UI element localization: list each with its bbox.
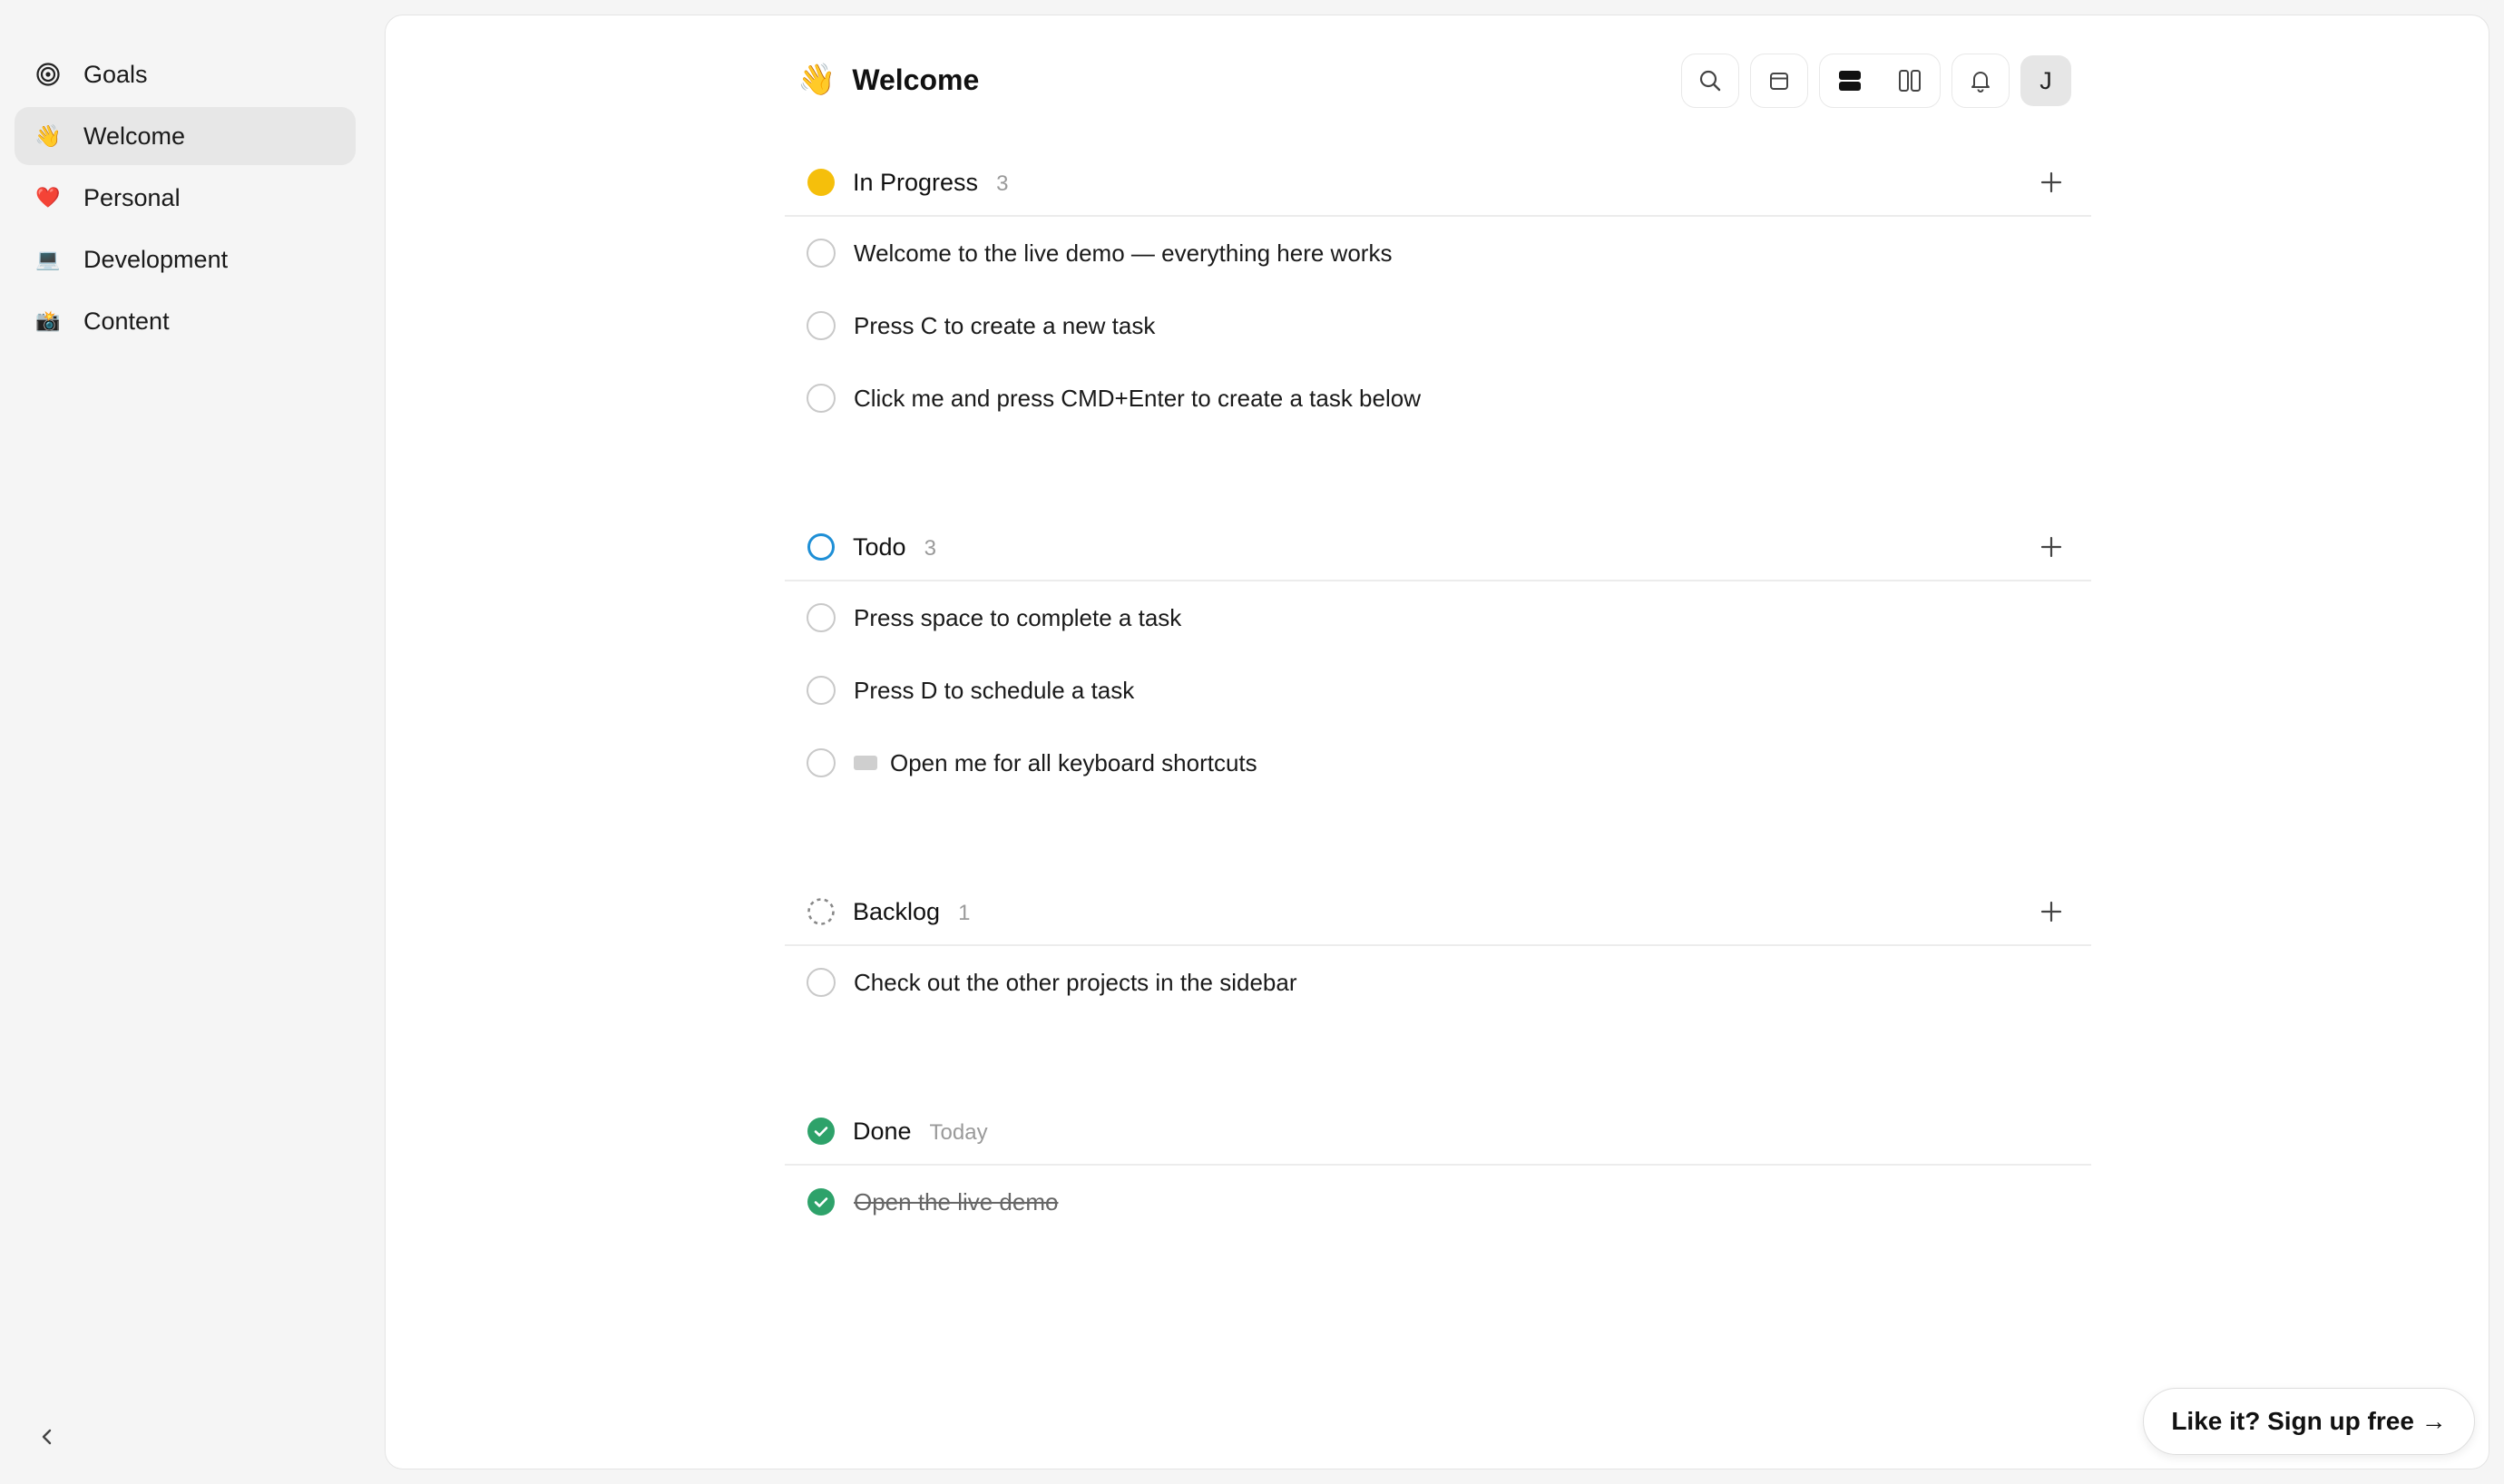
plus-icon [2040,901,2062,923]
task-checkbox[interactable] [807,603,836,632]
section-header[interactable]: Todo 3 [785,514,2091,581]
avatar[interactable]: J [2020,55,2071,106]
section-title: Backlog 1 [853,897,971,925]
waving-hand-icon: 👋 [797,63,836,97]
section-title: Done Today [853,1117,988,1145]
calendar-icon [1770,73,1788,90]
app-window: Goals 👋 Welcome ❤️ Personal 💻 Developmen… [0,0,2504,1484]
sidebar-item-personal[interactable]: ❤️ Personal [15,169,356,227]
task-checkbox[interactable] [807,384,836,413]
plus-icon [2040,171,2062,193]
signup-cta-button[interactable]: Like it? Sign up free → [2143,1388,2475,1455]
section-header[interactable]: Backlog 1 [785,879,2091,946]
laptop-icon: 💻 [35,248,61,270]
camera-icon: 📸 [35,309,61,332]
chevron-left-icon [42,1429,52,1445]
board-view-button[interactable] [1880,54,1940,107]
task-row[interactable]: Press D to schedule a task [785,654,2091,727]
sidebar-item-label: Goals [83,60,148,88]
task-row[interactable]: Check out the other projects in the side… [785,946,2091,1019]
task-title: Press space to complete a task [854,603,1182,631]
section-in-progress: In Progress 3 Welcome to the live demo — … [785,150,2091,434]
sidebar-item-label: Development [83,245,229,273]
calendar-button[interactable] [1750,54,1808,108]
task-title: Open the live demo [854,1187,1059,1216]
task-row[interactable]: Open the live demo [785,1166,2091,1238]
main-panel: 👋 Welcome J In Progress 3 Welcome to the… [385,15,2489,1469]
board-view-icon [1899,70,1921,92]
page-title: 👋 Welcome [797,62,979,98]
heart-icon: ❤️ [35,186,61,209]
list-view-button[interactable] [1820,54,1880,107]
backlog-status-icon [807,898,835,925]
add-task-button[interactable] [2037,168,2066,197]
task-row[interactable]: Click me and press CMD+Enter to create a… [785,362,2091,434]
target-icon [34,61,62,88]
list-view-icon [1839,71,1861,91]
section-title: In Progress 3 [853,168,1009,196]
task-title: Open me for all keyboard shortcuts [890,748,1257,776]
sidebar-item-label: Personal [83,183,181,211]
section-count: 3 [924,535,936,561]
add-task-button[interactable] [2037,897,2066,926]
task-checkbox[interactable] [807,748,836,777]
done-status-icon [807,1118,835,1145]
search-icon [1699,70,1721,92]
sidebar-item-content[interactable]: 📸 Content [15,292,356,350]
task-title: Press D to schedule a task [854,676,1135,704]
waving-hand-icon: 👋 [34,123,62,149]
task-title: Check out the other projects in the side… [854,968,1297,996]
sidebar-item-welcome[interactable]: 👋 Welcome [15,107,356,165]
section-todo: Todo 3 Press space to complete a task Pre… [785,514,2091,799]
task-title: Click me and press CMD+Enter to create a… [854,384,1421,412]
plus-icon [2040,536,2062,558]
bell-icon [1971,72,1990,93]
sidebar-item-label: Content [83,307,170,335]
in-progress-status-icon [807,169,835,196]
task-row[interactable]: Press space to complete a task [785,581,2091,654]
task-row[interactable]: Welcome to the live demo — everything he… [785,217,2091,289]
collapse-sidebar-button[interactable] [31,1421,64,1453]
section-date: Today [929,1119,988,1145]
task-title-wrap: Open me for all keyboard shortcuts [854,749,1257,777]
sidebar-list: Goals 👋 Welcome ❤️ Personal 💻 Developmen… [15,45,356,354]
sidebar-item-label: Welcome [83,122,186,150]
search-button[interactable] [1681,54,1739,108]
task-checkbox[interactable] [807,311,836,340]
todo-status-icon [807,533,835,561]
task-title: Press C to create a new task [854,311,1156,339]
task-title: Welcome to the live demo — everything he… [854,239,1393,267]
add-task-button[interactable] [2037,532,2066,561]
section-done: Done Today Open the live demo [785,1098,2091,1238]
task-row[interactable]: Open me for all keyboard shortcuts [785,727,2091,799]
task-row[interactable]: Press C to create a new task [785,289,2091,362]
page-title-text: Welcome [852,63,980,96]
sidebar-item-development[interactable]: 💻 Development [15,230,356,288]
section-title: Todo 3 [853,532,936,561]
sidebar: Goals 👋 Welcome ❤️ Personal 💻 Developmen… [0,0,381,1484]
notifications-button[interactable] [1951,54,2010,108]
completed-checkbox-icon[interactable] [807,1187,836,1216]
section-count: 3 [996,171,1009,196]
section-header[interactable]: In Progress 3 [785,150,2091,217]
task-checkbox[interactable] [807,676,836,705]
section-count: 1 [958,900,971,925]
toolbar: J [1681,54,2071,108]
sidebar-item-goals[interactable]: Goals [15,45,356,103]
task-checkbox[interactable] [807,968,836,997]
view-toggle [1819,54,1941,108]
section-backlog: Backlog 1 Check out the other projects in… [785,879,2091,1019]
section-header[interactable]: Done Today [785,1098,2091,1166]
keyboard-icon [854,756,877,770]
task-checkbox[interactable] [807,239,836,268]
